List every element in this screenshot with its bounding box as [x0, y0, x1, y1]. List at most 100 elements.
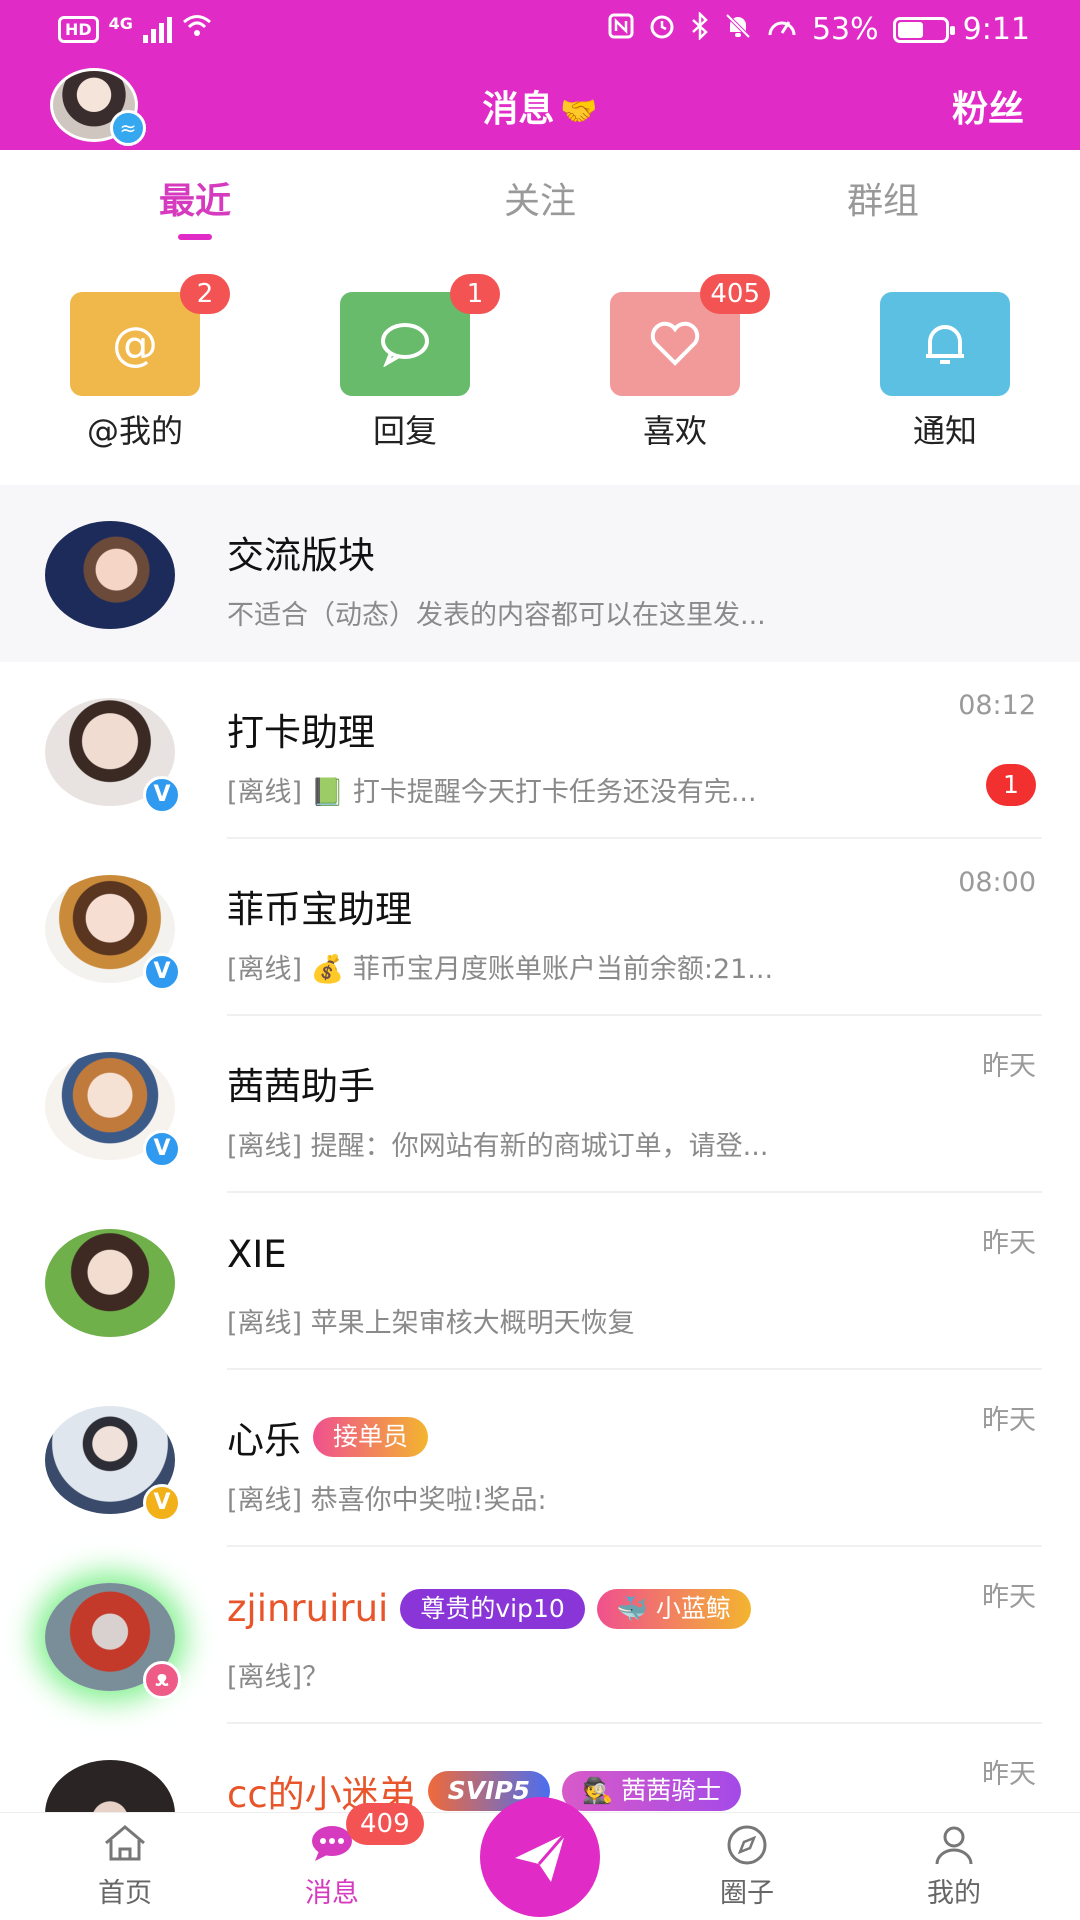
- tab-recent[interactable]: 最近: [95, 172, 295, 224]
- conversation-row-zjinruirui[interactable]: ᴥ zjinruirui 尊贵的vip10 🐳 小蓝鲸 [离线]？ 昨天: [0, 1547, 1080, 1724]
- conversation-preview: 不适合（动态）发表的内容都可以在这里发...: [227, 600, 766, 631]
- conversation-time: 昨天: [982, 1759, 1036, 1790]
- battery-percent: 53%: [811, 12, 879, 47]
- badge-tag: 🕵 茜茜骑士: [562, 1771, 742, 1811]
- messages-badge: 409: [346, 1803, 424, 1845]
- quick-action-replies[interactable]: 1 回复: [315, 274, 500, 452]
- nfc-icon: [608, 13, 634, 46]
- nav-label: 消息: [305, 1878, 359, 1909]
- quick-actions: @ 2 @我的 1 回复 405 喜欢 通知: [0, 250, 1080, 485]
- conversation-row-checkin[interactable]: V 打卡助理 [离线] 📗 打卡提醒今天打卡任务还没有完... 08:12 1: [0, 662, 1080, 839]
- title-bar: ≈ 消息 🤝 粉丝: [0, 60, 1080, 150]
- conversation-preview: [离线] 💰 菲币宝月度账单账户当前余额:21...: [227, 954, 774, 985]
- role-tag: 接单员: [313, 1417, 429, 1457]
- app-header: HD 4G 53% 9:11 ≈ 消息 🤝 粉丝: [0, 0, 1080, 150]
- avatar: [45, 521, 175, 629]
- conversation-name: 心乐 接单员: [227, 1410, 429, 1464]
- quick-action-label: 通知: [912, 412, 977, 450]
- quick-action-label: 喜欢: [642, 412, 707, 450]
- speed-icon: [766, 13, 798, 46]
- conversation-row-assistant[interactable]: V 茜茜助手 [离线] 提醒：你网站有新的商城订单，请登... 昨天: [0, 1016, 1080, 1193]
- conversation-time: 08:00: [958, 867, 1036, 898]
- message-tabs: 最近 关注 群组: [0, 150, 1080, 250]
- nav-home[interactable]: 首页: [55, 1823, 195, 1910]
- battery-fill: [897, 21, 924, 38]
- nav-profile[interactable]: 我的: [884, 1823, 1024, 1910]
- conversation-preview: [离线] 苹果上架审核大概明天恢复: [227, 1308, 635, 1339]
- nav-messages[interactable]: 消息 409: [262, 1803, 424, 1910]
- status-right: 53% 9:11: [608, 10, 1030, 47]
- conversation-name: 交流版块: [227, 525, 375, 579]
- battery-tip: [949, 25, 955, 35]
- likes-badge: 405: [700, 274, 770, 314]
- battery-icon: [892, 16, 955, 43]
- conversation-preview: [离线]？: [227, 1662, 330, 1693]
- home-icon: [55, 1823, 195, 1869]
- active-tab-indicator: [178, 234, 212, 240]
- name-text: zjinruirui: [227, 1587, 389, 1630]
- conversation-time: 昨天: [982, 1405, 1036, 1436]
- quick-action-mentions[interactable]: @ 2 @我的: [45, 274, 230, 452]
- avatar: V: [45, 875, 181, 991]
- avatar: [45, 1229, 175, 1337]
- name-text: XIE: [227, 1233, 287, 1276]
- alarm-icon: [648, 12, 676, 47]
- handshake-icon: 🤝: [560, 94, 598, 129]
- page-title-text: 消息: [482, 89, 555, 130]
- verified-icon: V: [143, 1484, 181, 1522]
- status-bar: HD 4G 53% 9:11: [0, 0, 1080, 60]
- name-text: 茜茜助手: [227, 1065, 375, 1108]
- conversation-name: 茜茜助手: [227, 1056, 375, 1110]
- tab-following[interactable]: 关注: [440, 172, 640, 224]
- bell-icon: [880, 292, 1010, 396]
- name-text: 打卡助理: [227, 711, 375, 754]
- at-icon: @ 2: [70, 274, 230, 396]
- compose-button[interactable]: [480, 1797, 600, 1917]
- status-left: HD 4G: [58, 14, 212, 45]
- rabbit-icon: ᴥ: [143, 1661, 181, 1699]
- quick-action-likes[interactable]: 405 喜欢: [585, 274, 770, 452]
- conversation-row-xie[interactable]: XIE [离线] 苹果上架审核大概明天恢复 昨天: [0, 1193, 1080, 1370]
- avatar: V: [45, 1052, 181, 1168]
- paper-plane-icon: [515, 1833, 567, 1882]
- fans-link[interactable]: 粉丝: [952, 80, 1024, 132]
- conversation-name: zjinruirui 尊贵的vip10 🐳 小蓝鲸: [227, 1587, 751, 1630]
- name-text: 交流版块: [227, 534, 375, 577]
- conversation-time: 昨天: [982, 1228, 1036, 1259]
- unread-badge: 1: [986, 764, 1036, 806]
- conversation-name: 菲币宝助理: [227, 879, 412, 933]
- badge-tag: 🐳 小蓝鲸: [596, 1588, 751, 1629]
- bluetooth-icon: [690, 10, 710, 47]
- nav-label: 我的: [927, 1878, 981, 1909]
- conversation-name: 打卡助理: [227, 702, 375, 756]
- signal-icon: [142, 16, 172, 43]
- quick-action-label: 回复: [372, 412, 437, 450]
- mentions-badge: 2: [180, 274, 230, 314]
- replies-badge: 1: [450, 274, 500, 314]
- conversation-preview: [离线] 📗 打卡提醒今天打卡任务还没有完...: [227, 777, 757, 808]
- mute-icon: [724, 12, 752, 47]
- tab-groups[interactable]: 群组: [783, 172, 983, 224]
- nav-label: 圈子: [720, 1878, 774, 1909]
- wifi-icon: [182, 14, 212, 45]
- avatar: V: [45, 1406, 181, 1522]
- name-text: 菲币宝助理: [227, 888, 412, 931]
- network-type: 4G: [108, 14, 133, 33]
- bottom-navigation: 首页 消息 409 圈子 我的: [0, 1797, 1080, 1920]
- conversation-time: 昨天: [982, 1051, 1036, 1082]
- conversation-time: 08:12: [958, 690, 1036, 721]
- heart-icon: 405: [610, 274, 770, 396]
- conversation-row-wallet[interactable]: V 菲币宝助理 [离线] 💰 菲币宝月度账单账户当前余额:21... 08:00: [0, 839, 1080, 1016]
- conversation-name: cc的小迷弟 SVIP5 🕵 茜茜骑士: [227, 1764, 742, 1818]
- avatar: V: [45, 698, 181, 814]
- name-text: 心乐: [227, 1419, 301, 1462]
- nav-circle[interactable]: 圈子: [677, 1823, 817, 1910]
- nav-label: 首页: [98, 1878, 152, 1909]
- vip-tag: 尊贵的vip10: [400, 1588, 585, 1629]
- user-icon: [884, 1823, 1024, 1869]
- quick-action-label: @我的: [86, 412, 183, 450]
- conversation-row-forum[interactable]: 交流版块 不适合（动态）发表的内容都可以在这里发...: [0, 485, 1080, 662]
- clock: 9:11: [962, 12, 1030, 47]
- quick-action-notifications[interactable]: 通知: [855, 292, 1035, 452]
- conversation-row-xinle[interactable]: V 心乐 接单员 [离线] 恭喜你中奖啦!奖品: 昨天: [0, 1370, 1080, 1547]
